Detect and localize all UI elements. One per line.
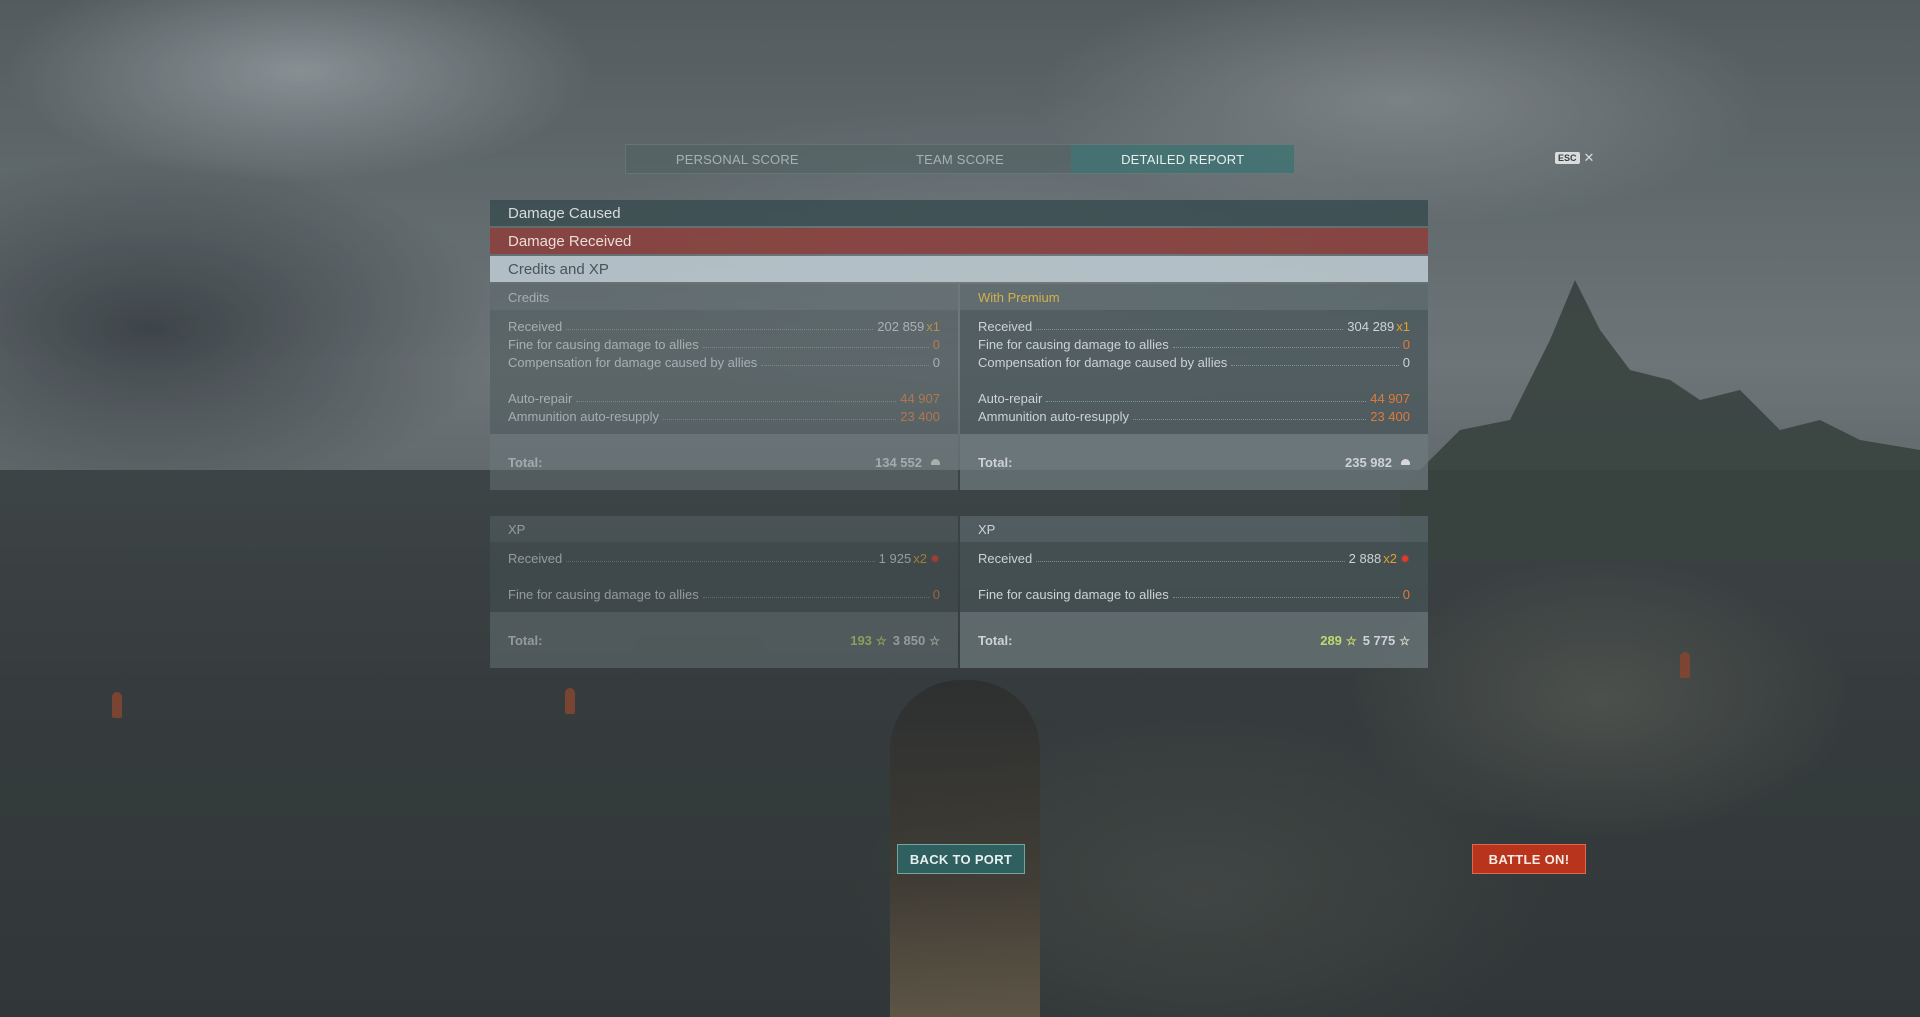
credits-icon bbox=[1401, 459, 1410, 465]
star-icon: ☆ bbox=[929, 633, 940, 648]
premium-column-title: With Premium bbox=[960, 284, 1428, 310]
xp-received-row: Received 1 925 x2 ✹ bbox=[508, 551, 940, 566]
credits-received-row: Received 202 859 x1 bbox=[508, 319, 940, 334]
credits-received-value: 202 859 bbox=[877, 319, 925, 334]
results-tabs: PERSONAL SCORE TEAM SCORE DETAILED REPOR… bbox=[625, 144, 1295, 174]
star-icon: ☆ bbox=[1399, 633, 1410, 648]
credits-panel: Credits Received 202 859 x1 Fine for cau… bbox=[490, 284, 1428, 490]
star-icon: ☆ bbox=[875, 633, 887, 648]
ship-xp-value: 3 850 bbox=[892, 632, 926, 648]
xp-fine-row: Fine for causing damage to allies 0 bbox=[978, 587, 1410, 602]
ship-xp-value: 5 775 bbox=[1362, 632, 1396, 648]
commander-xp-value: 193 bbox=[850, 632, 872, 648]
xp-received-row: Received 2 888 x2 ✹ bbox=[978, 551, 1410, 566]
section-damage-received[interactable]: Damage Received bbox=[490, 228, 1428, 254]
close-button[interactable]: ESC ✕ bbox=[1555, 150, 1594, 166]
elite-xp-icon: ✹ bbox=[1399, 552, 1410, 566]
xp-premium-column: XP Received 2 888 x2 ✹ Fine for causing … bbox=[960, 516, 1428, 668]
credits-compensation-row: Compensation for damage caused by allies… bbox=[978, 355, 1410, 370]
credits-fine-row: Fine for causing damage to allies 0 bbox=[508, 337, 940, 352]
credits-standard-column: Credits Received 202 859 x1 Fine for cau… bbox=[490, 284, 958, 490]
credits-compensation-row: Compensation for damage caused by allies… bbox=[508, 355, 940, 370]
ammo-resupply-row: Ammunition auto-resupply 23 400 bbox=[978, 409, 1410, 424]
star-icon: ☆ bbox=[1345, 633, 1357, 648]
section-damage-caused[interactable]: Damage Caused bbox=[490, 200, 1428, 226]
xp-column-title: XP bbox=[490, 516, 958, 542]
auto-repair-row: Auto-repair 44 907 bbox=[508, 391, 940, 406]
esc-key-hint: ESC bbox=[1555, 152, 1580, 164]
elite-xp-icon: ✹ bbox=[929, 552, 940, 566]
commander-xp-value: 289 bbox=[1320, 632, 1342, 648]
battle-on-button[interactable]: BATTLE ON! bbox=[1472, 844, 1586, 874]
tab-team-score[interactable]: TEAM SCORE bbox=[849, 145, 1072, 173]
credits-premium-column: With Premium Received 304 289 x1 Fine fo… bbox=[960, 284, 1428, 490]
xp-standard-column: XP Received 1 925 x2 ✹ Fine for causing … bbox=[490, 516, 958, 668]
xp-panel: XP Received 1 925 x2 ✹ Fine for causing … bbox=[490, 516, 1428, 668]
credits-multiplier: x1 bbox=[926, 319, 940, 334]
close-icon: ✕ bbox=[1583, 150, 1595, 165]
premium-xp-total: Total: 289 ☆ 5 775 ☆ bbox=[960, 612, 1428, 668]
detailed-report: Damage Caused Damage Received Credits an… bbox=[490, 200, 1428, 668]
xp-column-title: XP bbox=[960, 516, 1428, 542]
tab-detailed-report[interactable]: DETAILED REPORT bbox=[1071, 145, 1295, 173]
credits-column-title: Credits bbox=[490, 284, 958, 310]
credits-icon bbox=[931, 459, 940, 465]
section-credits-and-xp[interactable]: Credits and XP bbox=[490, 256, 1428, 282]
credits-fine-row: Fine for causing damage to allies 0 bbox=[978, 337, 1410, 352]
auto-repair-row: Auto-repair 44 907 bbox=[978, 391, 1410, 406]
back-to-port-button[interactable]: BACK TO PORT bbox=[897, 844, 1025, 874]
tab-personal-score[interactable]: PERSONAL SCORE bbox=[626, 145, 849, 173]
xp-total: Total: 193 ☆ 3 850 ☆ bbox=[490, 612, 958, 668]
premium-credits-total: Total: 235 982 bbox=[960, 434, 1428, 490]
xp-fine-row: Fine for causing damage to allies 0 bbox=[508, 587, 940, 602]
credits-total: Total: 134 552 bbox=[490, 434, 958, 490]
credits-received-row: Received 304 289 x1 bbox=[978, 319, 1410, 334]
ammo-resupply-row: Ammunition auto-resupply 23 400 bbox=[508, 409, 940, 424]
